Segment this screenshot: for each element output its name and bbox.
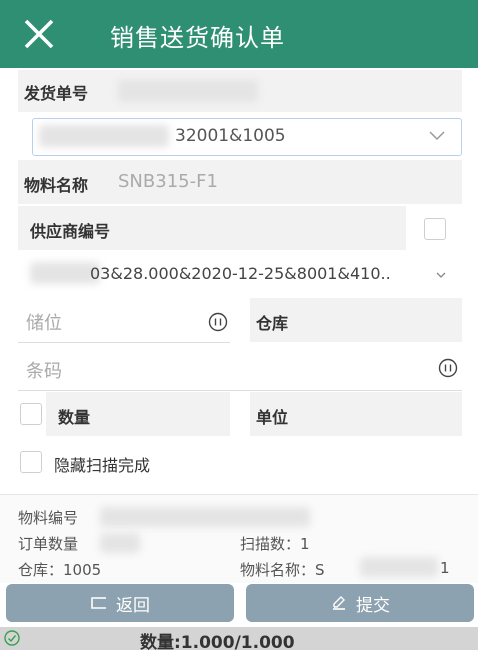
barcode-placeholder: 条码: [26, 361, 62, 382]
order-qty-label: 订单数量: [18, 535, 79, 553]
info-panel: 物料编号 订单数量 扫描数：1 仓库：1005 物料名称：S 1: [0, 494, 478, 583]
supplier-checkbox[interactable]: [424, 218, 446, 240]
page-title: 销售送货确认单: [110, 24, 285, 52]
scan-icon[interactable]: [208, 312, 228, 332]
check-circle-icon: [4, 630, 20, 646]
quantity-label: 数量: [58, 408, 91, 427]
hide-scanned-checkbox[interactable]: [20, 451, 42, 473]
redacted-value: [39, 125, 169, 147]
material-name-info-suffix: 1: [440, 559, 450, 577]
unit-label: 单位: [256, 408, 289, 427]
back-button[interactable]: 返回: [6, 584, 234, 622]
redacted-value: [100, 533, 140, 553]
warehouse-row: 仓库: [250, 298, 462, 342]
hide-scanned-label[interactable]: 隐藏扫描完成: [54, 452, 150, 476]
quantity-checkbox[interactable]: [20, 403, 42, 425]
barcode-input[interactable]: 条码: [18, 346, 462, 391]
location-placeholder: 储位: [26, 313, 62, 334]
supplier-code-row: 供应商编号: [18, 206, 406, 250]
batch-select[interactable]: 03&28.000&2020-12-25&8001&410..: [30, 258, 462, 292]
supplier-code-label: 供应商编号: [30, 222, 111, 241]
chevron-down-icon: [436, 272, 446, 278]
material-name-info: 物料名称：S: [240, 561, 325, 579]
redacted-value: [118, 80, 258, 102]
delivery-select-value: 32001&1005: [175, 126, 286, 146]
material-name-label: 物料名称: [24, 176, 89, 195]
status-quantity: 数量:1.000/1.000: [140, 633, 295, 653]
edit-icon: [333, 596, 345, 610]
material-name-row: 物料名称 SNB315-F1: [18, 160, 462, 204]
unit-row: 单位: [250, 392, 462, 436]
scan-icon[interactable]: [438, 358, 458, 378]
close-icon[interactable]: [22, 17, 56, 51]
material-name-value: SNB315-F1: [118, 171, 218, 192]
delivery-no-label: 发货单号: [24, 84, 89, 103]
app-header: 销售送货确认单: [0, 0, 478, 68]
redacted-value: [360, 557, 438, 577]
material-code-label: 物料编号: [18, 509, 79, 527]
warehouse-info: 仓库：1005: [18, 561, 102, 579]
quantity-row: 数量: [46, 392, 230, 436]
status-bar: 数量:1.000/1.000: [0, 627, 478, 653]
return-icon: [91, 597, 106, 609]
batch-select-value: 03&28.000&2020-12-25&8001&410..: [90, 264, 391, 283]
delivery-no-row: 发货单号: [18, 70, 462, 112]
delivery-select[interactable]: 32001&1005: [32, 118, 462, 156]
scan-count: 扫描数：1: [240, 535, 310, 553]
submit-button[interactable]: 提交: [246, 584, 474, 622]
redacted-value: [100, 507, 310, 527]
submit-button-label: 提交: [356, 595, 390, 616]
location-input[interactable]: 储位: [18, 298, 230, 343]
warehouse-label: 仓库: [256, 314, 289, 333]
back-button-label: 返回: [116, 595, 150, 616]
chevron-down-icon: [429, 131, 445, 141]
